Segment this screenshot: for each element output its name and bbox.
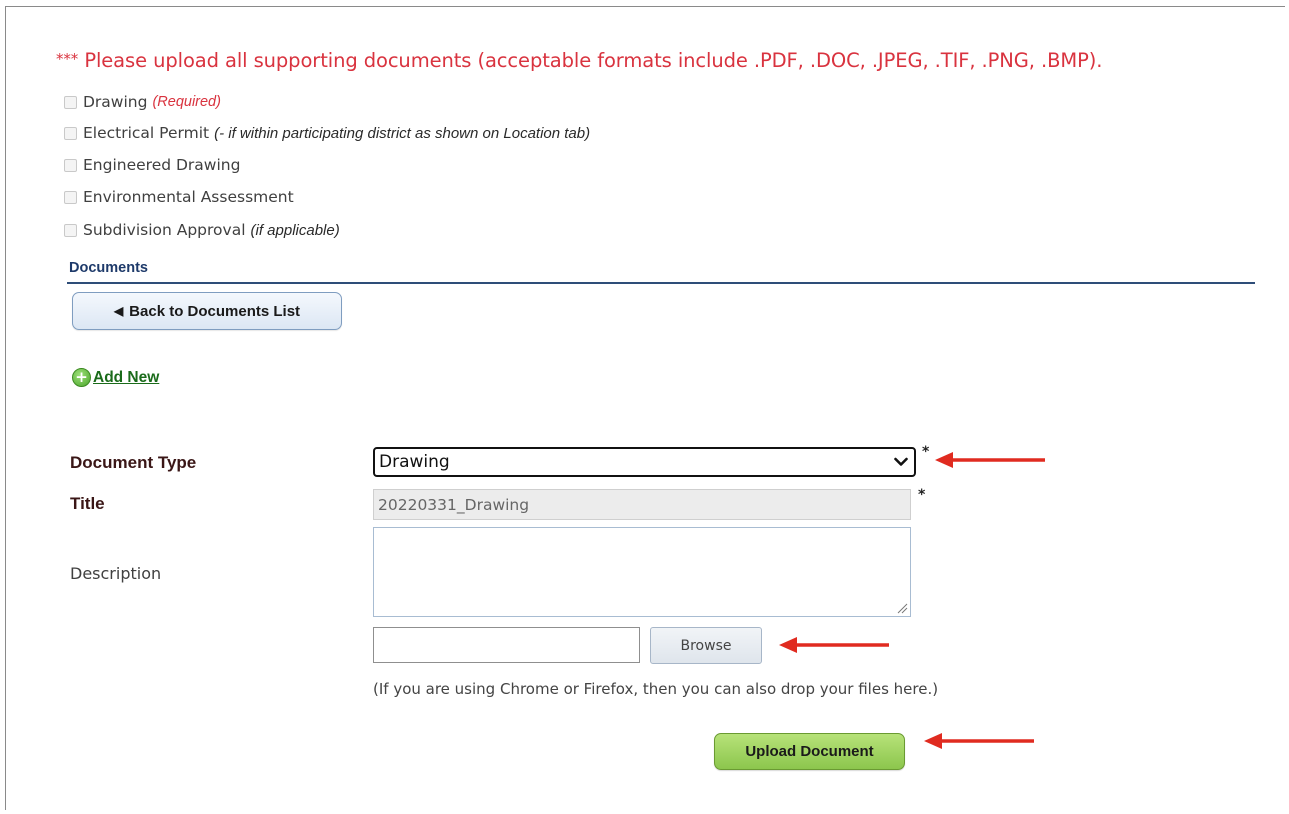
section-divider (67, 282, 1255, 284)
title-label: Title (70, 494, 105, 513)
section-title: Documents (69, 260, 148, 276)
checklist-label: Drawing (83, 93, 148, 111)
checklist-label: Electrical Permit (83, 124, 210, 142)
plus-circle-icon: + (72, 368, 91, 387)
back-button-label: Back to Documents List (129, 302, 301, 320)
checkbox-drawing[interactable] (64, 95, 77, 109)
checklist-label: Engineered Drawing (83, 156, 241, 174)
checklist-label: Environmental Assessment (83, 188, 294, 206)
checklist-item-environmental-assessment: Environmental Assessment (64, 187, 294, 207)
checklist-note: (Required) (152, 94, 221, 110)
add-new-link[interactable]: + Add New (72, 368, 159, 387)
checklist-item-drawing: Drawing (Required) (64, 92, 221, 112)
checklist-item-subdivision-approval: Subdivision Approval (if applicable) (64, 220, 340, 240)
title-field[interactable]: 20220331_Drawing (373, 489, 911, 520)
drop-files-hint: (If you are using Chrome or Firefox, the… (373, 680, 939, 698)
chevron-down-icon (894, 457, 908, 466)
browse-button[interactable]: Browse (650, 627, 762, 664)
checklist-note: (if applicable) (250, 221, 340, 239)
document-type-value: Drawing (379, 452, 450, 472)
description-textarea[interactable] (373, 527, 911, 617)
add-new-label: Add New (93, 368, 160, 386)
description-label: Description (70, 564, 162, 583)
checkbox-electrical-permit[interactable] (64, 126, 77, 140)
back-to-documents-button[interactable]: ◀ Back to Documents List (72, 292, 342, 330)
resize-grip-icon[interactable] (896, 602, 908, 614)
required-mark: * (918, 487, 926, 503)
title-value: 20220331_Drawing (378, 495, 530, 514)
annotation-arrow-icon (924, 733, 1034, 749)
annotation-arrow-icon (935, 452, 1045, 468)
file-path-input[interactable] (373, 627, 640, 663)
upload-notice: *** Please upload all supporting documen… (56, 49, 1102, 72)
checklist-item-electrical-permit: Electrical Permit (- if within participa… (64, 123, 590, 143)
required-mark: * (922, 444, 930, 460)
checklist-item-engineered-drawing: Engineered Drawing (64, 155, 240, 175)
checklist-label: Subdivision Approval (83, 221, 246, 239)
notice-stars: *** (56, 50, 79, 68)
document-type-select[interactable]: Drawing (373, 447, 916, 477)
checkbox-environmental-assessment[interactable] (64, 190, 77, 204)
upload-document-button[interactable]: Upload Document (714, 733, 905, 770)
checklist-note: (- if within participating district as s… (214, 124, 591, 142)
checkbox-engineered-drawing[interactable] (64, 158, 77, 172)
checkbox-subdivision-approval[interactable] (64, 223, 77, 237)
left-triangle-icon: ◀ (113, 304, 124, 318)
notice-text: Please upload all supporting documents (… (84, 49, 1103, 72)
annotation-arrow-icon (779, 637, 889, 653)
document-type-label: Document Type (70, 453, 197, 472)
